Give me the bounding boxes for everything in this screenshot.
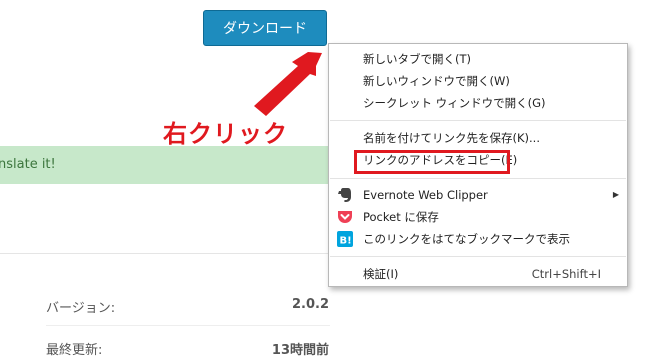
menu-item-label: シークレット ウィンドウで開く(G) xyxy=(363,96,546,110)
menu-item-hatena-bookmark[interactable]: B! このリンクをはてなブックマークで表示 xyxy=(329,228,627,250)
menu-item-label: 検証(I) xyxy=(363,267,399,281)
menu-item-copy-link-address[interactable]: リンクのアドレスをコピー(E) xyxy=(329,149,627,171)
menu-item-evernote[interactable]: Evernote Web Clipper ▶ xyxy=(329,184,627,206)
menu-item-label: Evernote Web Clipper xyxy=(363,188,488,202)
menu-item-pocket[interactable]: Pocket に保存 xyxy=(329,206,627,228)
updated-label: 最終更新: xyxy=(46,343,103,358)
annotation-arrow-icon xyxy=(254,52,322,116)
translate-link[interactable]: nslate it! xyxy=(0,157,56,172)
elephant-icon xyxy=(338,188,351,202)
menu-item-open-new-tab[interactable]: 新しいタブで開く(T) xyxy=(329,48,627,70)
menu-item-inspect[interactable]: 検証(I) Ctrl+Shift+I xyxy=(329,263,627,285)
menu-item-label: 新しいウィンドウで開く(W) xyxy=(363,74,510,88)
menu-item-label: リンクのアドレスをコピー(E) xyxy=(363,153,518,167)
menu-item-open-incognito[interactable]: シークレット ウィンドウで開く(G) xyxy=(329,92,627,114)
download-button[interactable]: ダウンロード xyxy=(203,10,327,46)
menu-item-label: 名前を付けてリンク先を保存(K)... xyxy=(363,131,540,145)
version-label: バージョン: xyxy=(46,301,116,316)
menu-item-label: 新しいタブで開く(T) xyxy=(363,52,471,66)
menu-separator xyxy=(330,120,626,121)
version-value: 2.0.2 xyxy=(291,297,329,312)
menu-item-shortcut: Ctrl+Shift+I xyxy=(531,267,601,281)
menu-item-open-new-window[interactable]: 新しいウィンドウで開く(W) xyxy=(329,70,627,92)
menu-item-label: Pocket に保存 xyxy=(363,210,439,224)
menu-item-save-link-as[interactable]: 名前を付けてリンク先を保存(K)... xyxy=(329,127,627,149)
row-separator xyxy=(46,325,330,326)
pocket-icon xyxy=(338,211,352,223)
submenu-arrow-icon: ▶ xyxy=(612,190,619,199)
translate-notice: nslate it! xyxy=(0,146,332,184)
menu-separator xyxy=(330,256,626,257)
hatena-bookmark-icon: B! xyxy=(337,231,353,247)
updated-value: 13時間前 xyxy=(271,343,329,358)
context-menu: 新しいタブで開く(T) 新しいウィンドウで開く(W) シークレット ウィンドウで… xyxy=(328,43,628,287)
section-divider xyxy=(0,253,330,254)
svg-text:B!: B! xyxy=(340,236,352,247)
right-click-annotation: 右クリック xyxy=(163,120,288,148)
menu-separator xyxy=(330,178,626,179)
menu-item-label: このリンクをはてなブックマークで表示 xyxy=(363,232,570,246)
